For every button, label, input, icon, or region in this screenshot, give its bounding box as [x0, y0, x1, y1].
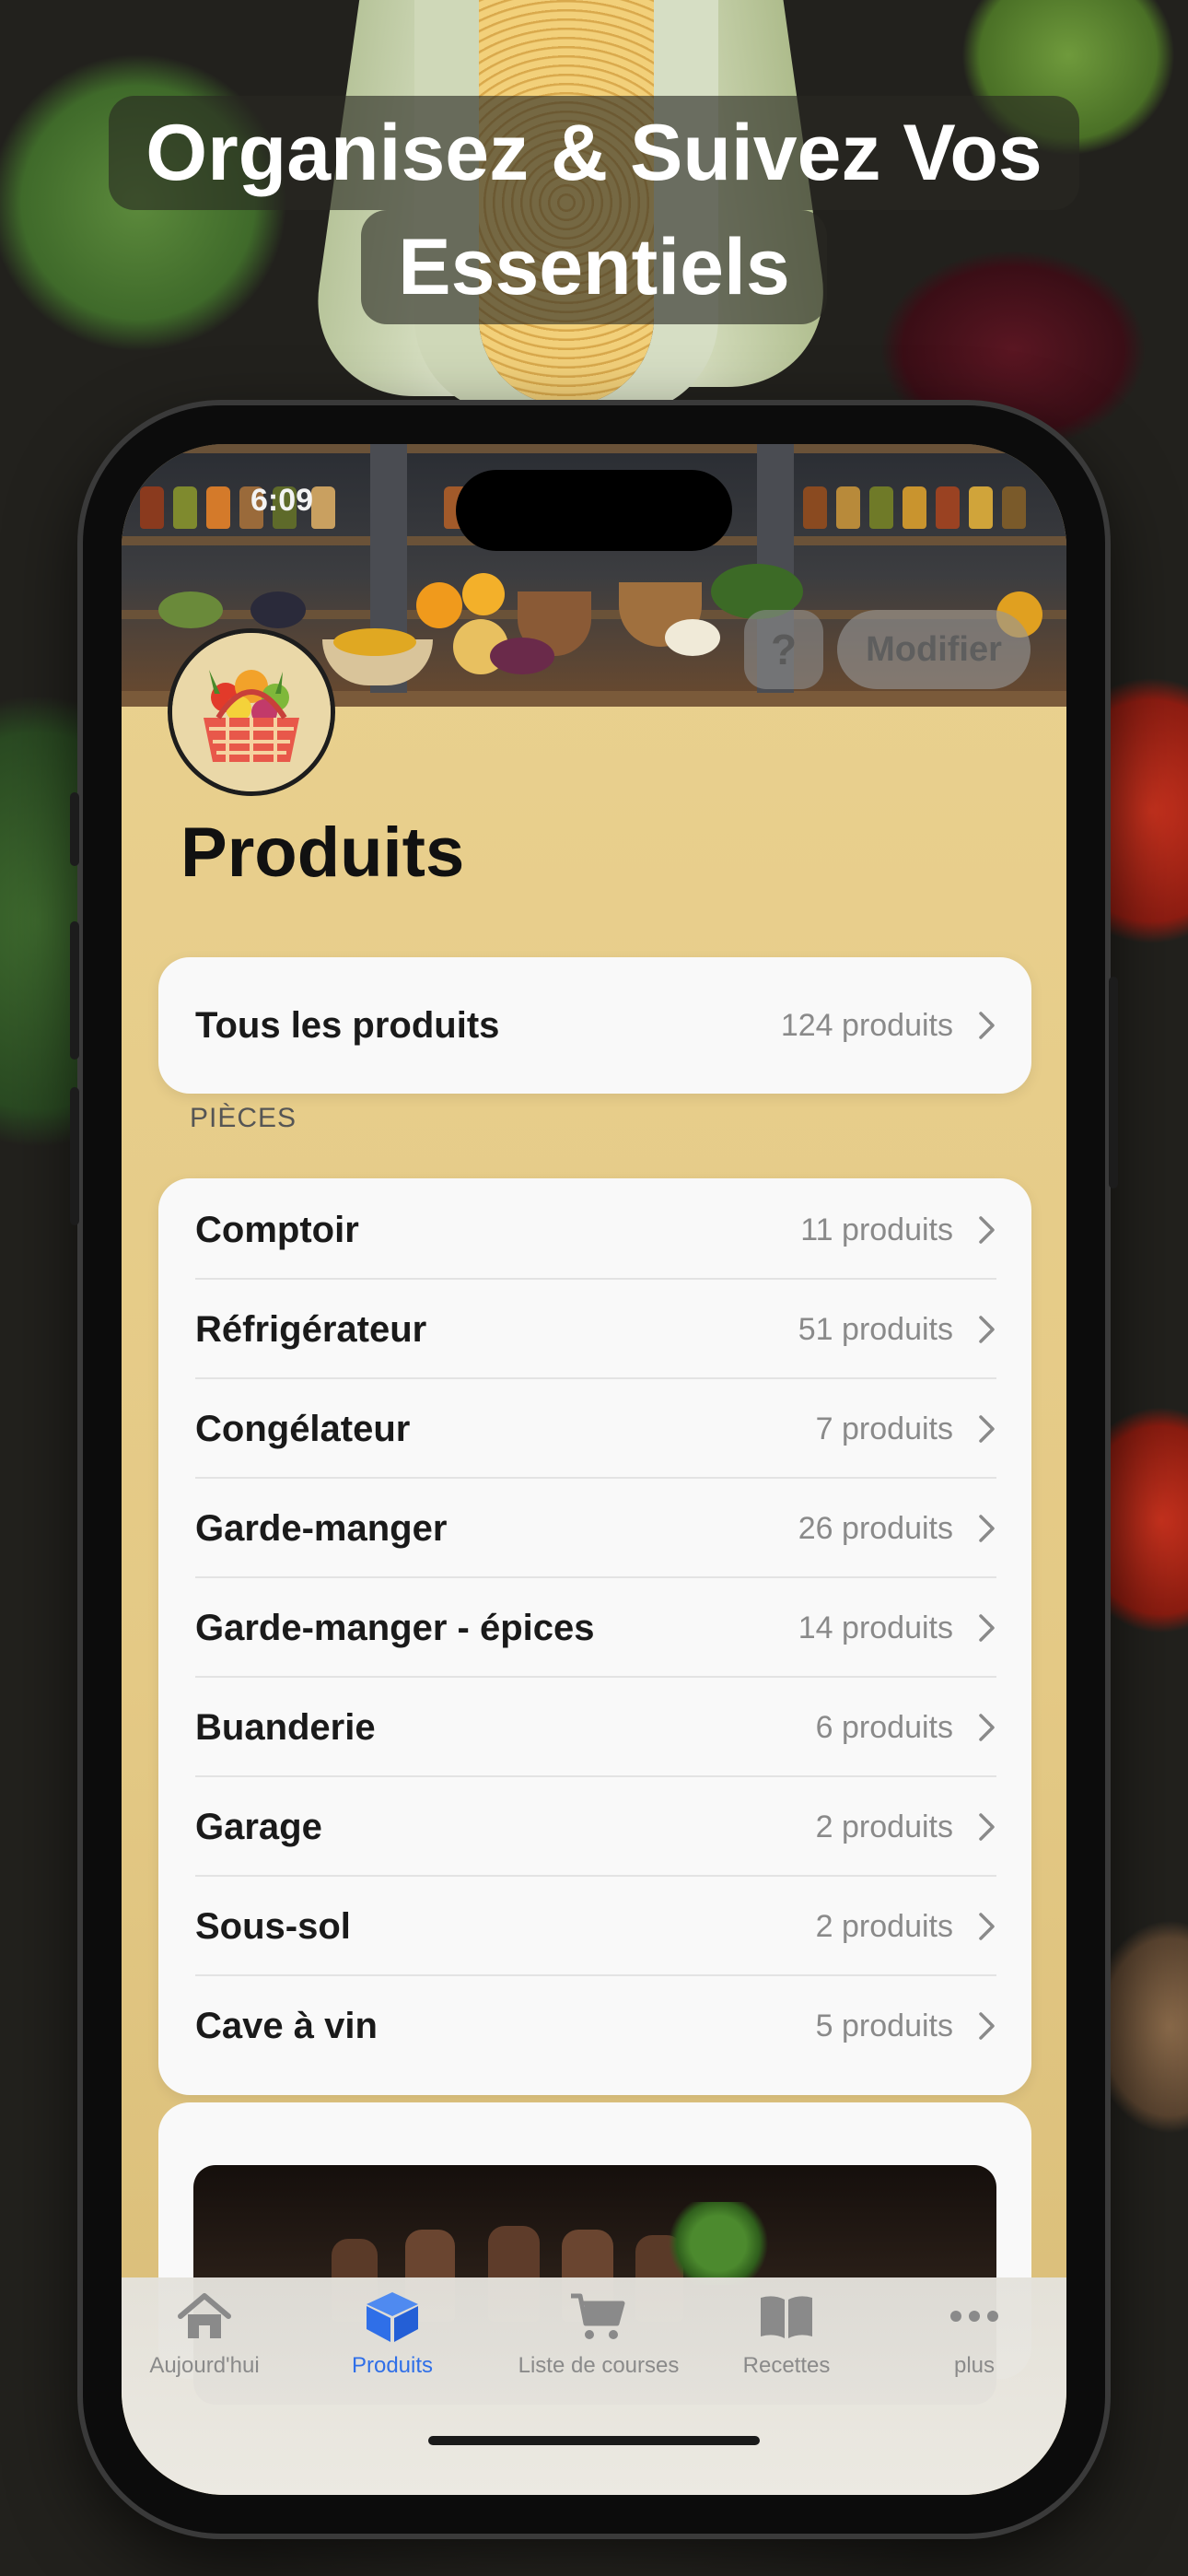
room-count: 11 produits: [800, 1212, 953, 1247]
tab-today[interactable]: Aujourd'hui: [122, 2290, 297, 2379]
room-count: 51 produits: [798, 1311, 953, 1347]
cube-icon: [367, 2292, 418, 2342]
room-count: 2 produits: [815, 1809, 953, 1844]
all-products-row[interactable]: Tous les produits 124 produits: [158, 957, 1031, 1094]
rooms-card: Comptoir 11 produits Réfrigérateur 51 pr…: [158, 1178, 1031, 2095]
silent-switch: [70, 792, 79, 866]
dynamic-island: [456, 470, 732, 551]
rooms-section-title: PIÈCES: [190, 1103, 297, 1133]
room-count: 14 produits: [798, 1610, 953, 1645]
room-row[interactable]: Congélateur 7 produits: [158, 1379, 1031, 1479]
room-row[interactable]: Comptoir 11 produits: [158, 1180, 1031, 1280]
room-label: Réfrigérateur: [195, 1308, 427, 1350]
all-products-label: Tous les produits: [195, 1004, 500, 1046]
room-count: 7 produits: [815, 1411, 953, 1446]
chevron-right-icon: [979, 1415, 995, 1443]
tab-label: Produits: [351, 2353, 434, 2378]
phone-frame: 6:09 ? Modifier Produits Tous les produi…: [70, 405, 1118, 2534]
room-row[interactable]: Garde-manger 26 produits: [158, 1479, 1031, 1578]
all-products-count: 124 produits: [780, 1007, 953, 1043]
room-row[interactable]: Sous-sol 2 produits: [158, 1877, 1031, 1976]
power-button: [1109, 977, 1118, 1188]
chevron-right-icon: [979, 1515, 995, 1542]
room-count: 2 produits: [815, 1908, 953, 1944]
chevron-right-icon: [979, 1714, 995, 1741]
page-title: Produits: [181, 814, 465, 892]
chevron-right-icon: [979, 1216, 995, 1244]
chevron-right-icon: [979, 1012, 995, 1039]
room-label: Buanderie: [195, 1706, 376, 1748]
status-time: 6:09: [250, 483, 314, 518]
basket-avatar: [168, 628, 335, 796]
tab-label: plus: [953, 2353, 996, 2378]
room-label: Comptoir: [195, 1209, 359, 1250]
house-icon: [178, 2293, 231, 2338]
book-icon: [761, 2296, 812, 2338]
chevron-right-icon: [979, 1316, 995, 1343]
room-row[interactable]: Buanderie 6 produits: [158, 1678, 1031, 1777]
room-count: 5 produits: [815, 2008, 953, 2043]
tab-products[interactable]: Produits: [300, 2290, 484, 2379]
room-label: Garde-manger - épices: [195, 1607, 595, 1648]
home-indicator[interactable]: [428, 2436, 760, 2445]
room-count: 26 produits: [798, 1510, 953, 1546]
tab-label: Recettes: [742, 2353, 831, 2378]
room-row[interactable]: Garde-manger - épices 14 produits: [158, 1578, 1031, 1678]
volume-up-button: [70, 921, 79, 1060]
app-screen: 6:09 ? Modifier Produits Tous les produi…: [122, 444, 1066, 2495]
tab-recipes[interactable]: Recettes: [694, 2290, 879, 2379]
room-label: Garde-manger: [195, 1507, 448, 1549]
tab-bar: Aujourd'hui Produits Liste de courses Re…: [122, 2277, 1066, 2495]
fruit-basket-icon: [172, 633, 331, 791]
tab-shopping-list[interactable]: Liste de courses: [488, 2290, 709, 2379]
room-label: Sous-sol: [195, 1905, 351, 1947]
tab-more[interactable]: plus: [882, 2290, 1066, 2379]
headline-line-2: Essentiels: [361, 210, 827, 324]
chevron-right-icon: [979, 1614, 995, 1642]
chevron-right-icon: [979, 1913, 995, 1940]
tab-label: Aujourd'hui: [149, 2353, 260, 2378]
edit-button[interactable]: Modifier: [837, 610, 1031, 689]
room-row[interactable]: Cave à vin 5 produits: [158, 1976, 1031, 2076]
chevron-right-icon: [979, 1813, 995, 1841]
room-row[interactable]: Garage 2 produits: [158, 1777, 1031, 1877]
chevron-right-icon: [979, 2012, 995, 2040]
cart-icon: [571, 2293, 625, 2339]
marketing-headline: Organisez & Suivez Vos Essentiels: [0, 96, 1188, 324]
room-label: Garage: [195, 1806, 322, 1847]
all-products-card: Tous les produits 124 produits: [158, 957, 1031, 1094]
more-dots-icon: [950, 2311, 998, 2322]
tab-label: Liste de courses: [518, 2353, 680, 2378]
room-row[interactable]: Réfrigérateur 51 produits: [158, 1280, 1031, 1379]
room-count: 6 produits: [815, 1709, 953, 1745]
room-label: Congélateur: [195, 1408, 411, 1449]
room-label: Cave à vin: [195, 2005, 378, 2046]
headline-line-1: Organisez & Suivez Vos: [109, 96, 1079, 210]
volume-down-button: [70, 1087, 79, 1225]
help-button[interactable]: ?: [744, 610, 823, 689]
